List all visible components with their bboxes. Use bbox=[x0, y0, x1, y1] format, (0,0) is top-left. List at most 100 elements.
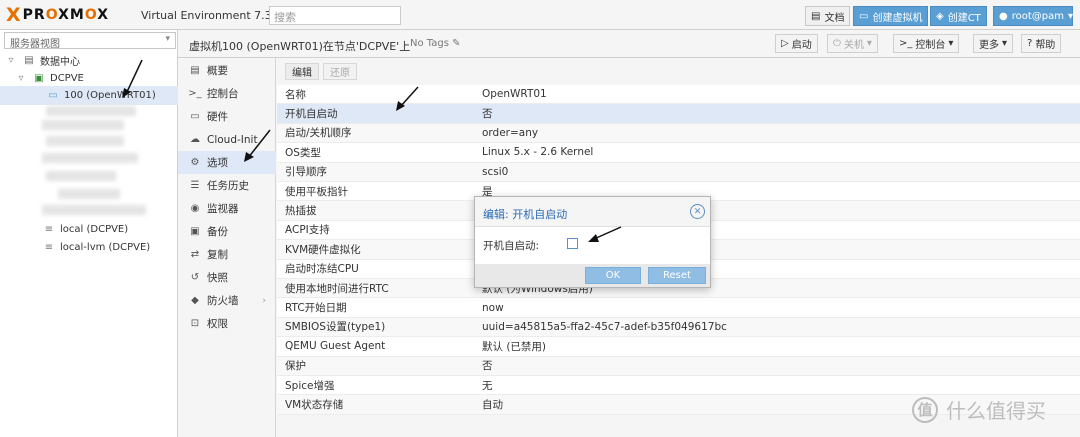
more-button[interactable]: 更多 ▾ bbox=[973, 34, 1014, 53]
menu-item-firewall[interactable]: ◆ 防火墙 › bbox=[178, 289, 276, 312]
revert-button[interactable]: 还原 bbox=[323, 63, 357, 80]
option-row-rtc-start[interactable]: RTC开始日期 now bbox=[277, 298, 1080, 318]
dialog-header: 编辑: 开机自启动 ✕ bbox=[475, 197, 710, 227]
menu-item-backup[interactable]: ▣ 备份 bbox=[178, 220, 276, 243]
menu-item-snapshots[interactable]: ↺ 快照 bbox=[178, 266, 276, 289]
tags-field[interactable]: No Tags ✎ bbox=[410, 38, 461, 49]
cloud-icon: ☁ bbox=[190, 134, 200, 145]
create-ct-button[interactable]: ◈ 创建CT bbox=[930, 6, 987, 26]
tree-item-datacenter[interactable]: ▿ ▤ 数据中心 bbox=[0, 51, 178, 70]
user-menu-button[interactable]: ● root@pam ▾ bbox=[993, 6, 1073, 26]
blurred-item bbox=[42, 153, 138, 163]
menu-item-monitor[interactable]: ◉ 监视器 bbox=[178, 197, 276, 220]
menu-item-label: 防火墙 bbox=[207, 295, 239, 307]
ok-button[interactable]: OK bbox=[585, 267, 641, 284]
user-icon: ● bbox=[999, 10, 1008, 22]
menu-item-label: 备份 bbox=[207, 226, 228, 238]
blurred-item bbox=[46, 171, 116, 181]
tree-item-vm[interactable]: ▭ 100 (OpenWRT01) bbox=[0, 86, 178, 105]
menu-item-replication[interactable]: ⇄ 复制 bbox=[178, 243, 276, 266]
menu-item-permissions[interactable]: ⊡ 权限 bbox=[178, 312, 276, 335]
shutdown-button[interactable]: ⏻ 关机 ▾ bbox=[827, 34, 878, 53]
proxmox-logo[interactable]: X PROXMOX bbox=[6, 5, 109, 25]
list-icon: ☰ bbox=[190, 180, 200, 191]
option-row-startup-order[interactable]: 启动/关机顺序 order=any bbox=[277, 123, 1080, 144]
onboot-checkbox[interactable] bbox=[567, 238, 578, 249]
option-value: scsi0 bbox=[482, 165, 509, 178]
edit-onboot-dialog: 编辑: 开机自启动 ✕ 开机自启动: OK Reset bbox=[474, 196, 711, 288]
option-key: RTC开始日期 bbox=[285, 302, 347, 315]
watermark-text: 什么值得买 bbox=[946, 399, 1046, 423]
start-button[interactable]: ▷ 启动 bbox=[775, 34, 818, 53]
logo-part-3: XM bbox=[58, 7, 85, 23]
tree-collapse-icon: ▿ bbox=[18, 73, 24, 84]
book-icon: ▤ bbox=[811, 10, 821, 22]
retweet-icon: ⇄ bbox=[190, 249, 200, 260]
docs-button[interactable]: ▤ 文档 bbox=[805, 6, 851, 26]
option-value: OpenWRT01 bbox=[482, 88, 547, 101]
console-button[interactable]: >_ 控制台 ▾ bbox=[893, 34, 960, 53]
edit-button[interactable]: 编辑 bbox=[285, 63, 319, 80]
option-value: 自动 bbox=[482, 399, 503, 412]
menu-item-options[interactable]: ⚙ 选项 bbox=[178, 151, 276, 174]
option-row-onboot[interactable]: 开机自启动 否 bbox=[277, 104, 1080, 124]
option-key: OS类型 bbox=[285, 146, 321, 159]
chevron-down-icon: ▾ bbox=[866, 38, 872, 49]
terminal-icon: >_ bbox=[899, 38, 913, 49]
menu-item-label: 概要 bbox=[207, 65, 228, 77]
view-selector[interactable]: 服务器视图 ▾ bbox=[4, 32, 176, 50]
version-label: Virtual Environment 7.3-4 bbox=[141, 9, 283, 22]
content-header: 虚拟机100 (OpenWRT01)在节点'DCPVE'上 No Tags ✎ … bbox=[178, 30, 1080, 58]
help-button[interactable]: ? 帮助 bbox=[1021, 34, 1062, 53]
tree-item-label: local-lvm (DCPVE) bbox=[60, 242, 151, 253]
menu-item-hardware[interactable]: ▭ 硬件 bbox=[178, 105, 276, 128]
option-value: 无 bbox=[482, 379, 493, 392]
option-row-ostype[interactable]: OS类型 Linux 5.x - 2.6 Kernel bbox=[277, 143, 1080, 163]
option-row-smbios[interactable]: SMBIOS设置(type1) uuid=a45815a5-ffa2-45c7-… bbox=[277, 317, 1080, 338]
start-label: 启动 bbox=[791, 40, 812, 51]
search-input[interactable]: 搜索 bbox=[269, 6, 401, 25]
option-row-name[interactable]: 名称 OpenWRT01 bbox=[277, 85, 1080, 105]
resource-tree-panel: 服务器视图 ▾ ▿ ▤ 数据中心 ▿ ▣ DCPVE ▭ 100 (OpenWR… bbox=[0, 30, 178, 437]
create-vm-label: 创建虚拟机 bbox=[872, 12, 923, 24]
option-key: 热插拔 bbox=[285, 205, 317, 218]
option-row-qemu-agent[interactable]: QEMU Guest Agent 默认 (已禁用) bbox=[277, 337, 1080, 357]
tree-item-storage-lvm[interactable]: ≡ local-lvm (DCPVE) bbox=[0, 238, 178, 257]
menu-item-label: 硬件 bbox=[207, 111, 228, 123]
menu-item-cloud-init[interactable]: ☁ Cloud-Init bbox=[178, 128, 276, 151]
option-value: now bbox=[482, 301, 504, 314]
option-row-protection[interactable]: 保护 否 bbox=[277, 356, 1080, 376]
reset-button[interactable]: Reset bbox=[648, 267, 706, 284]
help-label: 帮助 bbox=[1035, 40, 1056, 51]
create-vm-button[interactable]: ▭ 创建虚拟机 bbox=[853, 6, 929, 26]
chevron-down-icon: ▾ bbox=[948, 38, 954, 49]
gear-icon: ⚙ bbox=[190, 157, 200, 168]
option-key: QEMU Guest Agent bbox=[285, 340, 386, 353]
tree-item-label: 数据中心 bbox=[40, 57, 80, 68]
menu-item-label: 选项 bbox=[207, 157, 228, 169]
blurred-item bbox=[42, 205, 146, 215]
option-key: 引导顺序 bbox=[285, 166, 327, 179]
option-row-boot-order[interactable]: 引导顺序 scsi0 bbox=[277, 162, 1080, 182]
close-icon[interactable]: ✕ bbox=[690, 204, 705, 219]
menu-item-label: 任务历史 bbox=[207, 180, 249, 192]
blurred-item bbox=[42, 120, 124, 130]
tree-collapse-icon: ▿ bbox=[8, 55, 14, 66]
node-online-icon: ▣ bbox=[34, 73, 44, 84]
view-selector-label: 服务器视图 bbox=[10, 39, 60, 50]
pencil-icon: ✎ bbox=[452, 38, 461, 49]
menu-item-task-history[interactable]: ☰ 任务历史 bbox=[178, 174, 276, 197]
vm-running-icon: ▭ bbox=[48, 90, 58, 101]
option-row-spice[interactable]: Spice增强 无 bbox=[277, 376, 1080, 396]
menu-item-label: 权限 bbox=[207, 318, 228, 330]
option-key: 保护 bbox=[285, 360, 306, 373]
tree-item-storage-local[interactable]: ≡ local (DCPVE) bbox=[0, 220, 178, 239]
shield-icon: ◆ bbox=[191, 295, 199, 306]
server-rack-icon: ▤ bbox=[24, 55, 34, 66]
menu-item-summary[interactable]: ▤ 概要 bbox=[178, 59, 276, 82]
menu-item-console[interactable]: >_ 控制台 bbox=[178, 82, 276, 105]
vm-nav-menu: ▤ 概要 >_ 控制台 ▭ 硬件 ☁ Cloud-Init ⚙ 选项 ☰ 任务历… bbox=[178, 58, 276, 437]
shutdown-label: 关机 bbox=[843, 40, 864, 51]
logo-part-5: X bbox=[97, 7, 110, 23]
option-key: 开机自启动 bbox=[285, 108, 338, 121]
